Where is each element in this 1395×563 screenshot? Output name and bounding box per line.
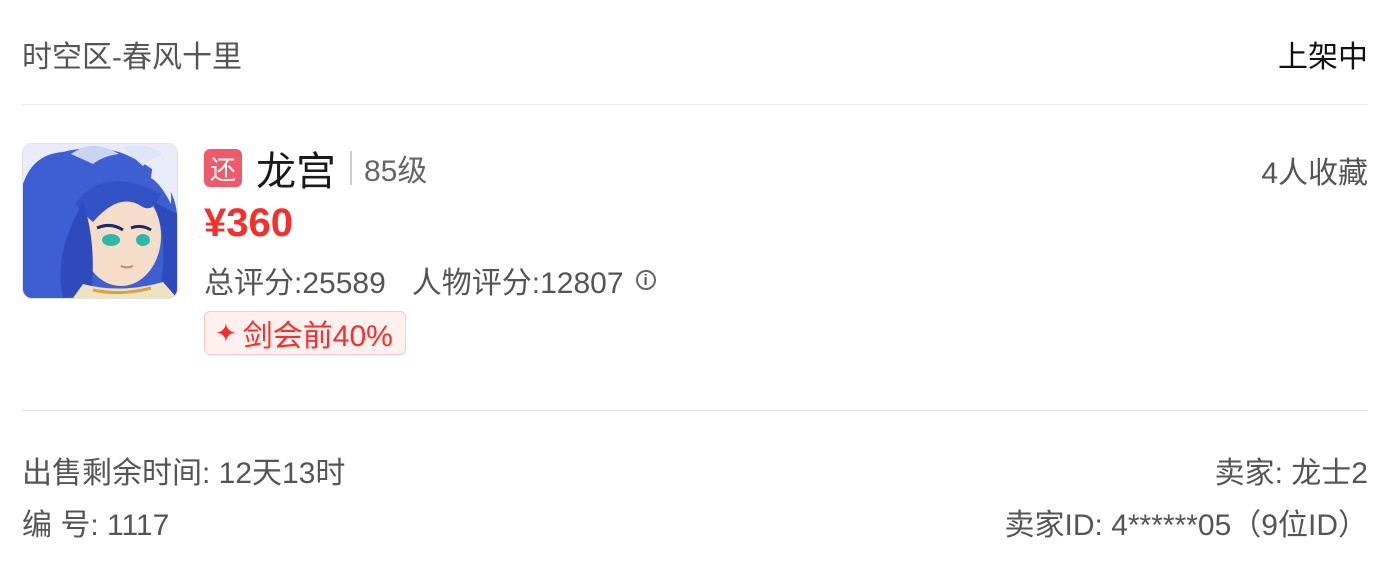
score-row: 总评分:25589 人物评分:12807 i (204, 258, 656, 302)
character-score: 人物评分:12807 (411, 267, 624, 300)
header-divider (22, 104, 1368, 105)
footer-divider (22, 410, 1368, 411)
ranking-tag-label: 剑会前40% (242, 320, 393, 353)
price: ¥360 (204, 201, 293, 245)
info-icon[interactable]: i (635, 270, 656, 290)
total-score: 总评分:25589 (204, 267, 386, 300)
return-badge: 还 (204, 149, 242, 187)
listing-number: 编 号: 1117 (22, 509, 170, 542)
remaining-time: 出售剩余时间: 12天13时 (22, 457, 346, 490)
listing-card[interactable]: 时空区-春风十里 上架中 还 龙宫 85级 4人收藏 ¥360 总评分:2558… (0, 0, 1395, 563)
character-class: 龙宫 (256, 150, 336, 194)
character-level: 85级 (364, 155, 428, 188)
seller-id: 卖家ID: 4******05（9位ID） (1004, 509, 1368, 542)
seller-name: 卖家: 龙士2 (1214, 457, 1368, 490)
character-avatar[interactable] (22, 143, 178, 299)
card-header: 时空区-春风十里 上架中 (22, 28, 1368, 80)
listing-status: 上架中 (1278, 41, 1368, 74)
title-separator (350, 151, 352, 185)
ranking-tag: ✦ 剑会前40% (204, 311, 406, 355)
sparkle-icon: ✦ (215, 317, 237, 348)
favorite-count[interactable]: 4人收藏 (1261, 148, 1368, 192)
server-name: 时空区-春风十里 (22, 41, 242, 74)
character-portrait-image (23, 144, 177, 298)
character-title-row: 还 龙宫 85级 (204, 143, 428, 194)
